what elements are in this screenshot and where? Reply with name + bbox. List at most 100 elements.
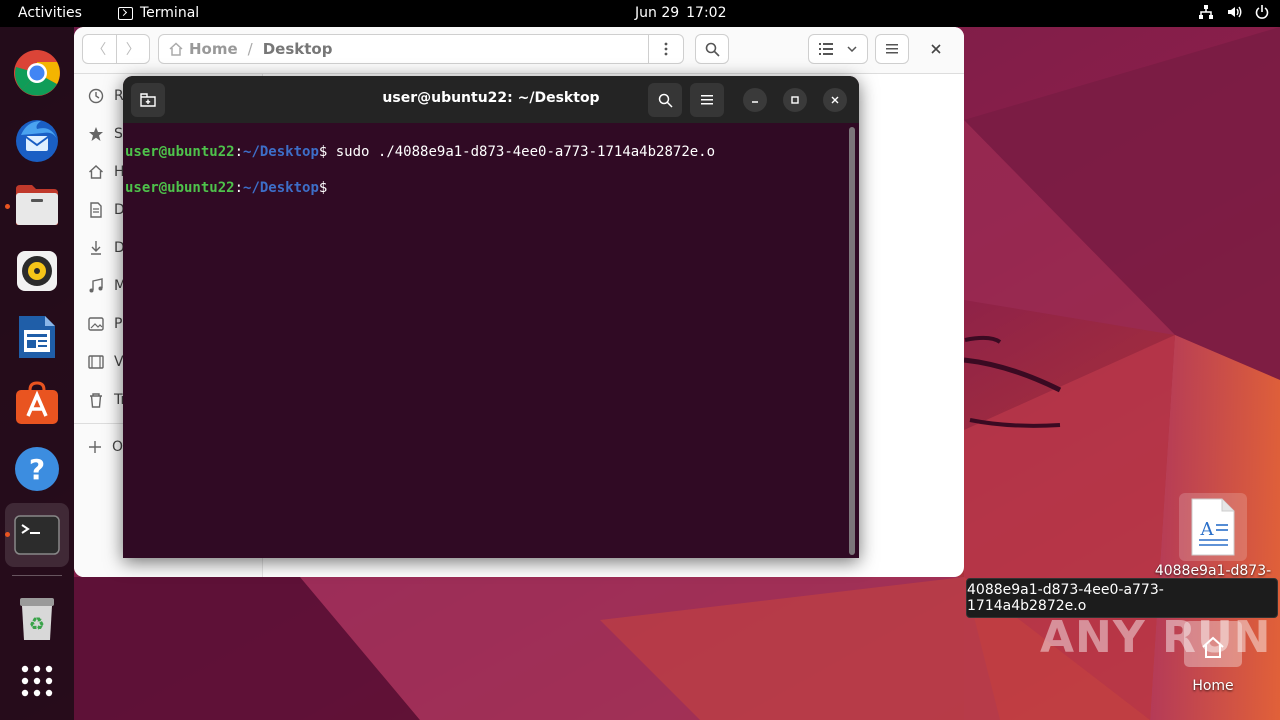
path-menu-button[interactable] [648,35,683,63]
path-separator: / [247,40,253,58]
files-headerbar: 〈 〉 Home / Desktop [74,27,964,74]
path-home[interactable]: Home [169,40,238,58]
sidebar-item-videos[interactable]: V [88,350,124,374]
dock-thunderbird[interactable] [10,112,64,166]
dock: ? ♻ [0,27,74,720]
chevron-down-icon [847,46,857,52]
terminal-running-indicator [5,532,10,537]
rhythmbox-icon [17,251,57,291]
close-button[interactable] [823,88,847,112]
download-icon [91,241,101,255]
video-icon [88,355,104,369]
search-icon [658,93,673,108]
clock-date: Jun 29 [635,5,680,21]
prompt-dollar: $ [318,180,328,196]
prompt-colon: : [234,180,244,196]
desktop-home-label[interactable]: Home [1148,678,1278,694]
terminal-titlebar[interactable]: user@ubuntu22: ~/Desktop [123,76,859,123]
close-icon [931,44,941,54]
terminal-icon [118,6,133,20]
desktop-file-icon[interactable]: A [1190,497,1236,561]
home-icon [169,42,183,56]
libreoffice-writer-icon [19,316,55,358]
trash-icon: ♻ [20,598,54,640]
dock-files[interactable] [10,178,64,232]
clock-icon [88,88,104,104]
nav-buttons: 〈 〉 [82,34,150,64]
forward-button[interactable]: 〉 [116,39,149,59]
search-icon [705,42,720,57]
app-center-icon [16,381,58,424]
svg-text:♻: ♻ [29,614,45,635]
terminal-scrollbar[interactable] [849,127,855,555]
file-tooltip: 4088e9a1-d873-4ee0-a773-1714a4b2872e.o [966,578,1278,618]
list-view-icon [819,43,833,55]
view-toggle[interactable] [808,34,868,64]
sidebar-item-other-locations[interactable]: O [88,435,123,459]
terminal-search-button[interactable] [648,83,682,117]
sidebar-item-music[interactable]: M [88,274,126,298]
power-icon [1255,5,1269,19]
system-tray[interactable] [1198,4,1270,20]
files-close-button[interactable] [930,40,942,59]
terminal-line: user@ubuntu22:~/Desktop$ [125,179,845,197]
dock-separator [12,575,62,576]
terminal-line: user@ubuntu22:~/Desktop$ sudo ./4088e9a1… [125,143,845,161]
prompt-user: user@ubuntu22 [125,144,235,160]
back-button[interactable]: 〈 [83,39,116,59]
sidebar-item-documents[interactable]: D [88,198,125,222]
dock-help[interactable]: ? [10,442,64,496]
help-icon: ? [15,447,59,491]
app-menu[interactable]: Terminal [118,5,199,21]
clock-time: 17:02 [686,5,727,21]
clock[interactable]: Jun 29 17:02 [635,5,727,21]
svg-text:?: ? [29,453,45,486]
files-menu-button[interactable] [875,34,909,64]
hamburger-icon [701,95,713,105]
dock-libreoffice-writer[interactable] [10,310,64,364]
maximize-icon [791,96,799,104]
sidebar-item-trash[interactable]: Tr [88,388,126,412]
path-current[interactable]: Desktop [263,40,333,58]
kebab-icon [664,42,668,56]
files-running-indicator [5,204,10,209]
files-icon [16,185,58,225]
terminal-menu-button[interactable] [690,83,724,117]
prompt-user: user@ubuntu22 [125,180,235,196]
maximize-button[interactable] [783,88,807,112]
path-bar[interactable]: Home / Desktop [158,34,684,64]
dock-terminal[interactable] [5,503,69,567]
terminal-output[interactable]: user@ubuntu22:~/Desktop$ sudo ./4088e9a1… [125,125,845,555]
app-menu-label: Terminal [140,5,200,21]
terminal-app-icon [14,515,60,555]
minimize-button[interactable] [743,88,767,112]
prompt-path: ~/Desktop [243,144,319,160]
activities-button[interactable]: Activities [18,5,82,21]
trash-icon [90,393,102,408]
dock-trash[interactable]: ♻ [10,592,64,646]
home-icon [89,165,103,179]
watermark-text: ANY RUN [1040,612,1272,663]
path-home-label: Home [189,40,238,58]
svg-text:A: A [1200,519,1215,540]
sidebar-item-label: O [112,439,124,455]
search-button[interactable] [695,34,729,64]
dock-app-center[interactable] [10,376,64,430]
dock-show-apps[interactable] [10,654,64,708]
terminal-window[interactable]: user@ubuntu22: ~/Desktop user@ubuntu22:~… [123,76,859,558]
network-icon [1199,5,1213,19]
top-bar: Activities Terminal Jun 29 17:02 [0,0,1280,27]
sidebar-item-starred[interactable]: S [88,122,123,146]
volume-icon [1228,6,1242,18]
sidebar-item-downloads[interactable]: D [88,236,125,260]
anyrun-watermark: ANY RUN [1040,612,1272,663]
sidebar-item-home[interactable]: H [88,160,125,184]
sidebar-item-label: S [114,126,123,142]
hamburger-icon [886,44,898,54]
chrome-icon [14,50,60,96]
sidebar-item-pictures[interactable]: Pi [88,312,126,336]
dock-chrome[interactable] [10,46,64,100]
dock-rhythmbox[interactable] [10,244,64,298]
command-text: sudo ./4088e9a1-d873-4ee0-a773-1714a4b28… [327,144,716,160]
sidebar-item-recent[interactable]: R [88,84,124,108]
